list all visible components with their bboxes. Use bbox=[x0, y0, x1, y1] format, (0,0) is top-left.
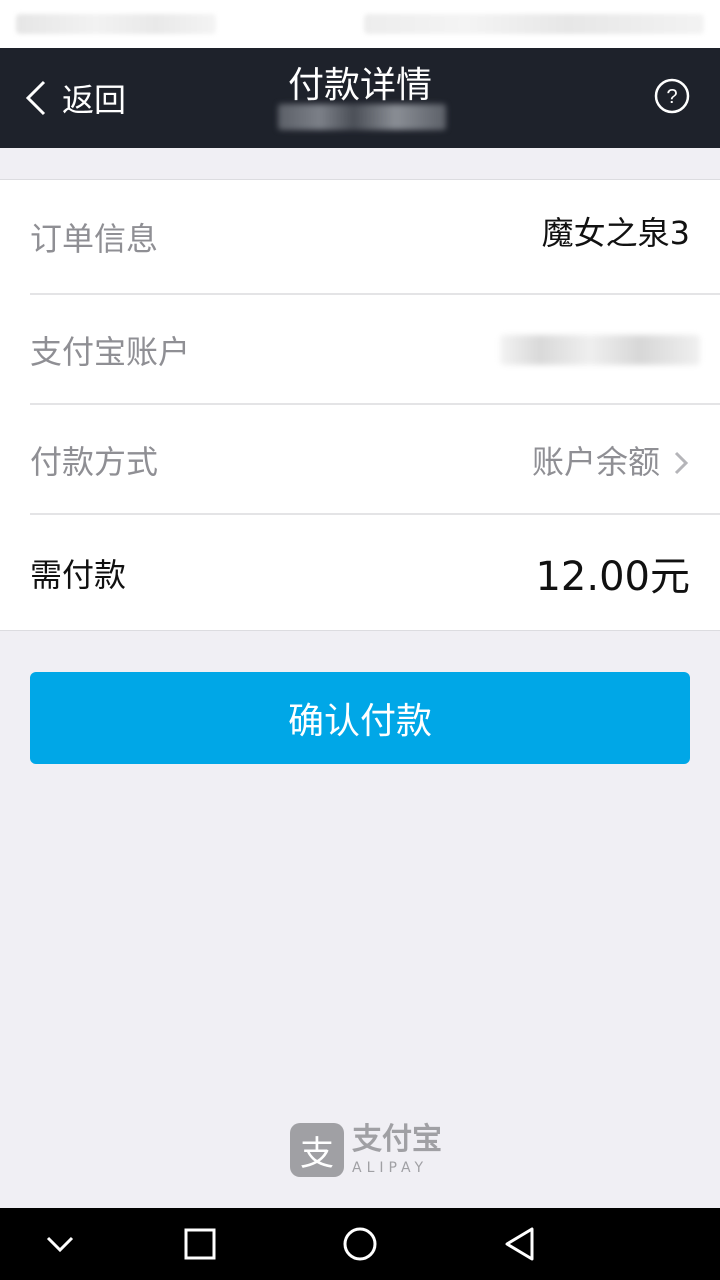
order-info-row: 订单信息 魔女之泉3 bbox=[30, 180, 720, 294]
nav-back-icon bbox=[505, 1227, 534, 1261]
amount-due-label: 需付款 bbox=[30, 556, 127, 594]
system-nav-bar bbox=[0, 1208, 720, 1280]
help-button[interactable]: ? bbox=[654, 78, 690, 114]
payment-details-card: 订单信息 魔女之泉3 支付宝账户 付款方式 账户余额 需付款 12.00元 bbox=[0, 179, 720, 631]
order-info-label: 订单信息 bbox=[30, 220, 159, 258]
status-bar-right-blurred bbox=[364, 14, 704, 34]
status-bar-left-blurred bbox=[16, 14, 216, 34]
svg-text:?: ? bbox=[666, 86, 677, 108]
nav-recents-button[interactable] bbox=[180, 1226, 220, 1262]
alipay-logo-text: 支付宝 ALIPAY bbox=[352, 1122, 442, 1176]
payment-method-selector[interactable]: 账户余额 bbox=[532, 437, 690, 483]
chevron-right-icon bbox=[674, 451, 689, 475]
alipay-logo-mark: 支 bbox=[290, 1123, 344, 1177]
account-value-blurred bbox=[500, 335, 700, 365]
nav-square-icon bbox=[184, 1228, 216, 1260]
nav-hide-button[interactable] bbox=[40, 1226, 80, 1262]
nav-home-button[interactable] bbox=[340, 1226, 380, 1262]
confirm-payment-button[interactable]: 确认付款 bbox=[30, 672, 690, 764]
status-bar bbox=[0, 0, 720, 48]
nav-circle-icon bbox=[343, 1227, 377, 1261]
account-row: 支付宝账户 bbox=[30, 295, 720, 405]
payment-method-label: 付款方式 bbox=[30, 443, 159, 481]
title-bar: 返回 付款详情 ? bbox=[0, 48, 720, 148]
payment-method-value: 账户余额 bbox=[531, 443, 660, 481]
help-icon: ? bbox=[654, 78, 690, 114]
nav-back-button[interactable] bbox=[500, 1226, 540, 1262]
payment-method-row[interactable]: 付款方式 账户余额 bbox=[30, 405, 720, 515]
alipay-logo-glyph: 支 bbox=[300, 1133, 334, 1174]
amount-due-value: 12.00元 bbox=[535, 554, 690, 600]
alipay-brand-cn: 支付宝 bbox=[352, 1122, 442, 1157]
merchant-name-blurred bbox=[278, 104, 446, 130]
account-label: 支付宝账户 bbox=[30, 333, 191, 371]
nav-down-icon bbox=[46, 1236, 74, 1253]
page-title: 付款详情 bbox=[287, 65, 432, 106]
alipay-logo: 支 支付宝 ALIPAY bbox=[290, 1122, 442, 1178]
alipay-brand-en: ALIPAY bbox=[352, 1160, 429, 1176]
amount-due-row: 需付款 12.00元 bbox=[30, 515, 720, 631]
order-info-value: 魔女之泉3 bbox=[541, 214, 690, 252]
